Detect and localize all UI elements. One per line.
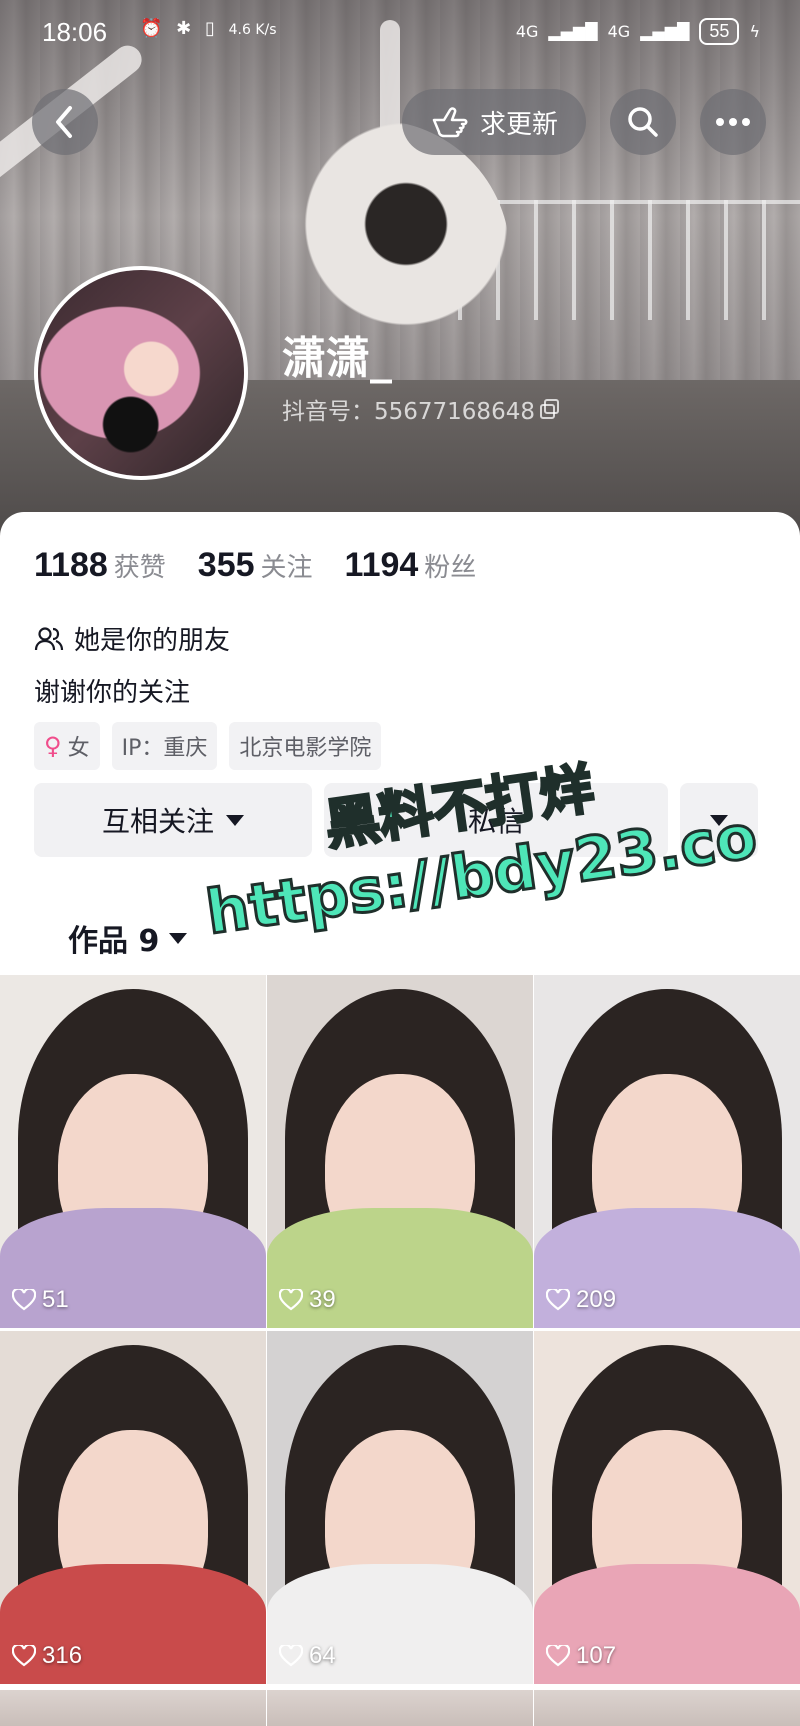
avatar[interactable] (34, 266, 248, 480)
stat-following-label: 关注 (260, 553, 313, 583)
video-thumbnail[interactable]: 51 (0, 975, 266, 1328)
video-thumb-partial[interactable] (0, 1690, 266, 1726)
heart-icon (546, 1289, 570, 1311)
friend-text: 她是你的朋友 (74, 626, 231, 656)
bio: 谢谢你的关注 (34, 678, 191, 708)
like-count: 39 (279, 1286, 336, 1314)
like-count: 316 (12, 1642, 82, 1670)
like-count-value: 51 (42, 1286, 69, 1313)
people-icon (34, 626, 64, 650)
friend-indicator: 她是你的朋友 (34, 620, 230, 657)
like-count: 209 (546, 1286, 616, 1314)
signal-icon: ▂▄▆█ (548, 22, 598, 41)
like-count: 107 (546, 1642, 616, 1670)
ip-tag: IP：重庆 (111, 722, 218, 770)
bluetooth-icon: ✱ (176, 18, 196, 39)
battery-indicator: 55 (699, 18, 740, 45)
works-tab-label: 作品 9 (68, 924, 160, 959)
status-bar: 18:06 ⏰ ✱ ▯ 4.6 K/s 4G ▂▄▆█ 4G ▂▄▆█ 55 ϟ (0, 0, 800, 64)
chevron-left-icon (56, 106, 72, 138)
status-right: 4G ▂▄▆█ 4G ▂▄▆█ 55 ϟ (516, 18, 760, 45)
heart-icon (12, 1645, 36, 1667)
like-count-value: 316 (42, 1642, 83, 1669)
vibrate-icon: ▯ (204, 18, 219, 39)
request-update-button[interactable]: 求更新 (402, 89, 586, 155)
message-button[interactable]: 私信 (324, 783, 668, 857)
hand-point-icon (432, 107, 468, 138)
action-buttons: 互相关注 私信 (34, 783, 758, 857)
stat-likes-label: 获赞 (113, 553, 166, 583)
like-count: 51 (12, 1286, 69, 1314)
caret-down-icon (226, 814, 244, 826)
message-label: 私信 (467, 805, 524, 838)
search-icon (628, 107, 658, 137)
stats-row: 1188 获赞 355 关注 1194 粉丝 (34, 546, 476, 585)
search-button[interactable] (610, 89, 676, 155)
douyin-id[interactable]: 抖音号：55677168648 (282, 392, 561, 426)
female-icon: ♀ (44, 732, 62, 760)
mutual-follow-button[interactable]: 互相关注 (34, 783, 312, 857)
signal-label-1: 4G (515, 22, 539, 41)
status-time: 18:06 (42, 17, 108, 47)
tag-row: ♀ 女 IP：重庆 北京电影学院 (34, 722, 382, 770)
video-grid: 51 39 209 316 64 107 (0, 975, 800, 1684)
copy-icon (539, 399, 559, 419)
stat-followers-label: 粉丝 (424, 553, 477, 583)
mutual-follow-label: 互相关注 (101, 805, 214, 838)
stat-followers[interactable]: 1194 粉丝 (345, 546, 477, 585)
gender-text: 女 (67, 736, 90, 761)
request-update-label: 求更新 (479, 109, 558, 140)
username: 潇潇_ (282, 333, 392, 384)
net-speed: 4.6 K/s (228, 22, 277, 38)
more-button[interactable] (700, 89, 766, 155)
status-icons: ⏰ ✱ ▯ 4.6 K/s (140, 18, 277, 39)
douyin-id-text: 抖音号：55677168648 (282, 399, 535, 425)
heart-icon (279, 1289, 303, 1311)
like-count: 64 (279, 1642, 336, 1670)
more-dots-icon (716, 118, 750, 126)
charging-icon: ϟ (749, 22, 760, 41)
video-grid-next-row (0, 1690, 800, 1726)
stat-following-number: 355 (197, 546, 255, 584)
video-thumbnail[interactable]: 39 (267, 975, 533, 1328)
back-button[interactable] (32, 89, 98, 155)
school-tag[interactable]: 北京电影学院 (229, 722, 382, 770)
profile-card: 1188 获赞 355 关注 1194 粉丝 她是你的朋友 谢谢你的关注 ♀ 女 IP… (0, 512, 800, 1726)
stat-following[interactable]: 355 关注 (198, 546, 313, 585)
video-thumb-partial[interactable] (267, 1690, 533, 1726)
stat-likes[interactable]: 1188 获赞 (34, 546, 166, 585)
stat-followers-number: 1194 (344, 546, 419, 584)
video-thumbnail[interactable]: 209 (534, 975, 800, 1328)
heart-icon (279, 1645, 303, 1667)
caret-down-icon (169, 932, 188, 944)
stat-likes-number: 1188 (34, 546, 108, 584)
signal-label-2: 4G (607, 22, 631, 41)
gender-tag: ♀ 女 (34, 722, 100, 770)
heart-icon (546, 1645, 570, 1667)
like-count-value: 107 (576, 1642, 617, 1669)
like-count-value: 39 (309, 1286, 336, 1313)
video-thumbnail[interactable]: 64 (267, 1331, 533, 1684)
video-thumbnail[interactable]: 316 (0, 1331, 266, 1684)
caret-down-icon (710, 814, 728, 826)
alarm-icon: ⏰ (140, 18, 167, 39)
tab-works[interactable]: 作品 9 (68, 916, 188, 960)
like-count-value: 64 (309, 1642, 336, 1669)
video-thumb-partial[interactable] (534, 1690, 800, 1726)
signal-icon-2: ▂▄▆█ (640, 22, 690, 41)
like-count-value: 209 (576, 1286, 617, 1313)
video-thumbnail[interactable]: 107 (534, 1331, 800, 1684)
expand-button[interactable] (680, 783, 758, 857)
heart-icon (12, 1289, 36, 1311)
